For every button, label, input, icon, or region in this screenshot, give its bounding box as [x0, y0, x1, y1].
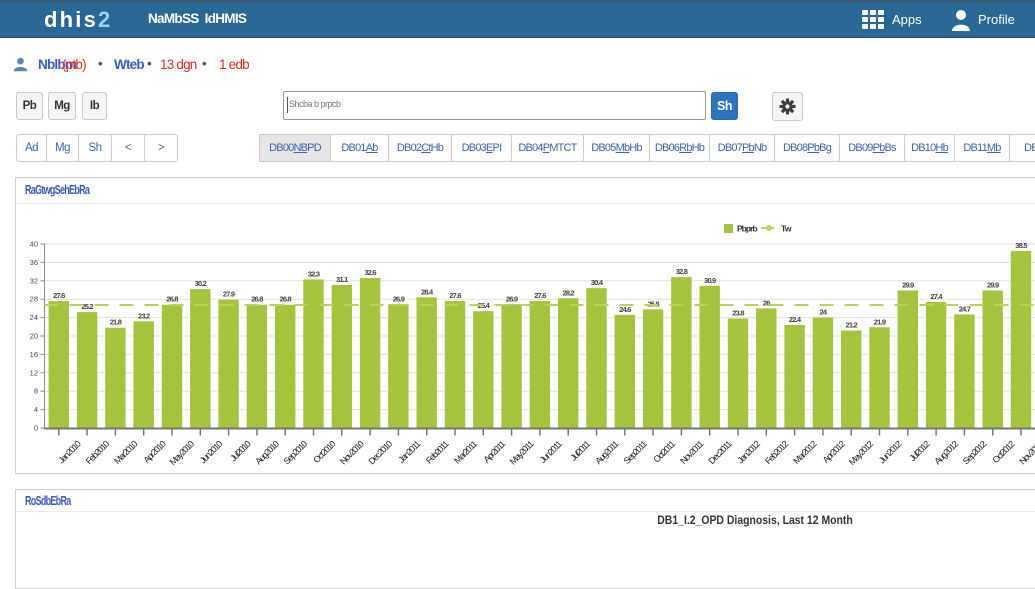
svg-text:Feb2011: Feb2011: [424, 439, 451, 466]
svg-text:26: 26: [763, 298, 770, 307]
svg-text:29.9: 29.9: [902, 280, 914, 289]
svg-text:16: 16: [30, 350, 38, 359]
svg-text:28.2: 28.2: [562, 288, 574, 297]
svg-text:Mar2010: Mar2010: [112, 439, 140, 467]
svg-text:27.6: 27.6: [53, 291, 65, 300]
svg-text:38.5: 38.5: [1015, 241, 1027, 250]
svg-text:Nov2012: Nov2012: [1017, 439, 1035, 467]
svg-text:24: 24: [30, 313, 38, 322]
svg-text:Mar2011: Mar2011: [452, 439, 479, 466]
svg-text:Pbprb: Pbprb: [737, 224, 757, 234]
svg-text:26.8: 26.8: [279, 295, 291, 304]
svg-text:8: 8: [34, 387, 38, 396]
svg-text:32.3: 32.3: [308, 269, 320, 278]
svg-text:Nov2010: Nov2010: [338, 439, 366, 467]
svg-text:Nov2011: Nov2011: [678, 439, 705, 466]
svg-text:Jul2012: Jul2012: [907, 439, 932, 464]
svg-text:31.1: 31.1: [336, 275, 348, 284]
svg-text:30.9: 30.9: [704, 276, 716, 285]
svg-text:21.2: 21.2: [845, 320, 857, 329]
svg-text:Dec2010: Dec2010: [366, 439, 394, 467]
svg-text:27.6: 27.6: [534, 291, 546, 300]
svg-text:Apr2010: Apr2010: [141, 439, 167, 465]
svg-text:21.8: 21.8: [110, 318, 122, 327]
svg-text:Aug2011: Aug2011: [593, 439, 620, 466]
svg-text:Tw: Tw: [781, 224, 792, 234]
svg-text:Feb2012: Feb2012: [763, 439, 791, 467]
svg-text:May2011: May2011: [508, 439, 536, 467]
svg-text:Sep2012: Sep2012: [961, 439, 989, 467]
svg-text:Apr2012: Apr2012: [821, 439, 847, 465]
svg-text:Jan2012: Jan2012: [735, 439, 762, 466]
svg-text:Oct2012: Oct2012: [990, 439, 1016, 465]
svg-text:Dec2011: Dec2011: [706, 439, 733, 466]
svg-text:24.6: 24.6: [619, 305, 631, 314]
svg-text:Aug2012: Aug2012: [932, 439, 960, 467]
svg-text:27.4: 27.4: [930, 292, 943, 301]
svg-text:24: 24: [820, 308, 828, 317]
svg-text:26.8: 26.8: [251, 295, 263, 304]
svg-text:27.6: 27.6: [449, 291, 461, 300]
svg-text:Jun2012: Jun2012: [877, 439, 904, 466]
svg-text:29.9: 29.9: [987, 280, 999, 289]
svg-text:Oct2010: Oct2010: [311, 439, 337, 465]
svg-text:32.8: 32.8: [676, 267, 688, 276]
svg-text:Apr2011: Apr2011: [481, 439, 507, 465]
svg-text:32.6: 32.6: [364, 268, 376, 277]
svg-text:20: 20: [30, 332, 38, 341]
svg-text:23.2: 23.2: [138, 311, 150, 320]
svg-text:May2010: May2010: [168, 439, 197, 468]
svg-text:26.8: 26.8: [166, 295, 178, 304]
svg-text:30.2: 30.2: [195, 279, 207, 288]
svg-text:Feb2010: Feb2010: [84, 439, 112, 467]
svg-text:May2012: May2012: [847, 439, 876, 468]
svg-text:40: 40: [30, 240, 38, 249]
svg-text:26.9: 26.9: [506, 294, 518, 303]
svg-text:30.4: 30.4: [591, 278, 604, 287]
svg-text:Mar2012: Mar2012: [791, 439, 819, 467]
svg-text:23.8: 23.8: [732, 309, 744, 318]
svg-text:Sep2010: Sep2010: [282, 439, 310, 467]
svg-text:Jul2011: Jul2011: [568, 439, 592, 463]
svg-text:Jan2010: Jan2010: [56, 439, 83, 466]
svg-text:28.4: 28.4: [421, 287, 434, 296]
svg-text:Aug2010: Aug2010: [253, 439, 281, 467]
svg-text:Jun2010: Jun2010: [198, 439, 225, 466]
svg-text:32: 32: [30, 276, 38, 285]
svg-text:Jan2011: Jan2011: [396, 439, 422, 465]
svg-text:Jun2011: Jun2011: [538, 439, 564, 465]
svg-text:27.9: 27.9: [223, 290, 235, 299]
svg-text:28: 28: [30, 295, 38, 304]
svg-text:0: 0: [34, 424, 38, 433]
svg-text:Jul2010: Jul2010: [228, 439, 253, 464]
svg-text:4: 4: [34, 405, 38, 414]
svg-text:22.4: 22.4: [789, 315, 802, 324]
svg-text:Oct2011: Oct2011: [651, 439, 677, 465]
svg-text:Sep2011: Sep2011: [622, 439, 649, 466]
svg-text:26.9: 26.9: [393, 294, 405, 303]
svg-text:25.2: 25.2: [81, 302, 93, 311]
svg-text:21.9: 21.9: [874, 317, 886, 326]
svg-text:12: 12: [30, 368, 38, 377]
svg-text:25.8: 25.8: [647, 299, 659, 308]
svg-text:36: 36: [30, 258, 38, 267]
svg-text:24.7: 24.7: [959, 304, 971, 313]
